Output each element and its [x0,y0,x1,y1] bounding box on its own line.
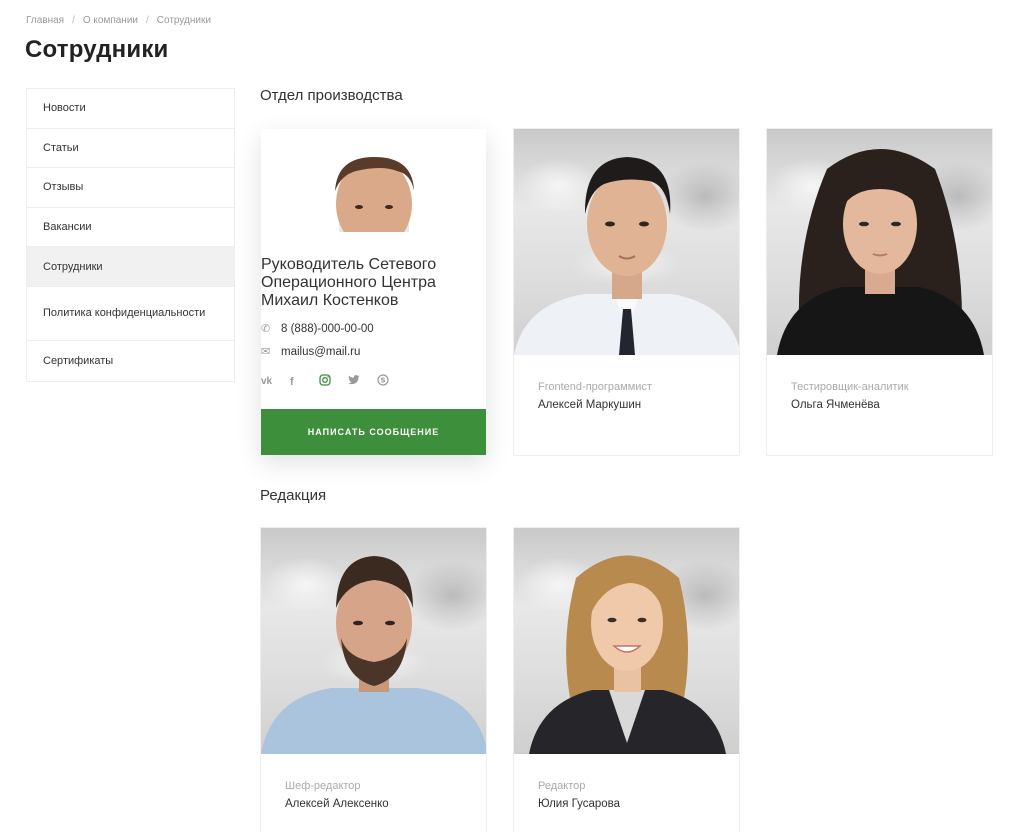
sidebar-item-news[interactable]: Новости [27,89,234,129]
person-portrait-image [777,149,984,355]
person-portrait-image [514,157,739,355]
employee-name: Алексей Алексенко [285,798,389,810]
section-title-production: Отдел производства [260,87,403,104]
employee-role: Frontend-программист [538,381,652,393]
phone-icon: ✆ [261,323,271,335]
twitter-icon[interactable] [348,375,377,388]
mail-icon: ✉ [261,346,271,358]
sidebar-item-employees[interactable]: Сотрудники [27,247,234,287]
employee-name: Михаил Костенков [261,292,399,309]
employee-card-featured[interactable]: Руководитель Сетевого Операционного Цент… [261,129,486,455]
sidebar-item-reviews[interactable]: Отзывы [27,168,234,208]
sidebar-item-vacancies[interactable]: Вакансии [27,208,234,248]
page-title: Сотрудники [25,36,169,63]
breadcrumb-separator: / [72,15,75,26]
person-portrait-image [261,556,486,754]
employee-name: Ольга Ячменёва [791,399,880,411]
breadcrumb-separator: / [146,15,149,26]
vk-icon[interactable]: vk [261,376,290,387]
employee-card[interactable]: Frontend-программист Алексей Маркушин [513,128,740,456]
employee-photo [514,129,739,355]
employee-role: Шеф-редактор [285,780,361,792]
skype-icon[interactable]: S [377,374,406,389]
employee-card[interactable]: Редактор Юлия Гусарова [513,527,740,832]
employee-role: Руководитель Сетевого Операционного Цент… [261,256,437,291]
employee-photo [767,129,992,355]
sidebar-item-articles[interactable]: Статьи [27,129,234,169]
person-portrait-image [529,555,726,754]
employee-role: Редактор [538,780,586,792]
breadcrumb: Главная / О компании / Сотрудники [26,15,211,26]
employee-email-value: mailus@mail.ru [281,345,361,358]
employee-photo [261,129,486,232]
employee-card[interactable]: Шеф-редактор Алексей Алексенко [260,527,487,832]
employee-photo [261,528,486,754]
breadcrumb-current: Сотрудники [156,15,211,26]
employee-name: Алексей Маркушин [538,399,642,411]
svg-text:S: S [380,377,385,385]
breadcrumb-home[interactable]: Главная [26,15,64,26]
send-message-button[interactable]: Написать сообщение [261,409,486,455]
social-links: vk f S [261,374,486,389]
breadcrumb-about[interactable]: О компании [83,15,138,26]
sidebar-nav: Новости Статьи Отзывы Вакансии Сотрудник… [26,88,235,382]
instagram-icon[interactable] [319,374,348,389]
employee-name: Юлия Гусарова [538,798,621,810]
person-portrait-image [335,157,414,232]
employee-role: Тестировщик-аналитик [791,381,909,393]
section-title-editorial: Редакция [260,487,327,504]
employee-email[interactable]: ✉ mailus@mail.ru [261,345,486,359]
employee-phone[interactable]: ✆ 8 (888)-000-00-00 [261,322,486,336]
employee-card[interactable]: Тестировщик-аналитик Ольга Ячменёва [766,128,993,456]
facebook-icon[interactable]: f [290,376,319,388]
sidebar-item-certificates[interactable]: Сертификаты [27,341,234,381]
employee-phone-value: 8 (888)-000-00-00 [281,322,374,335]
sidebar-item-privacy[interactable]: Политика конфиденциальности [27,287,234,341]
employee-photo [514,528,739,754]
